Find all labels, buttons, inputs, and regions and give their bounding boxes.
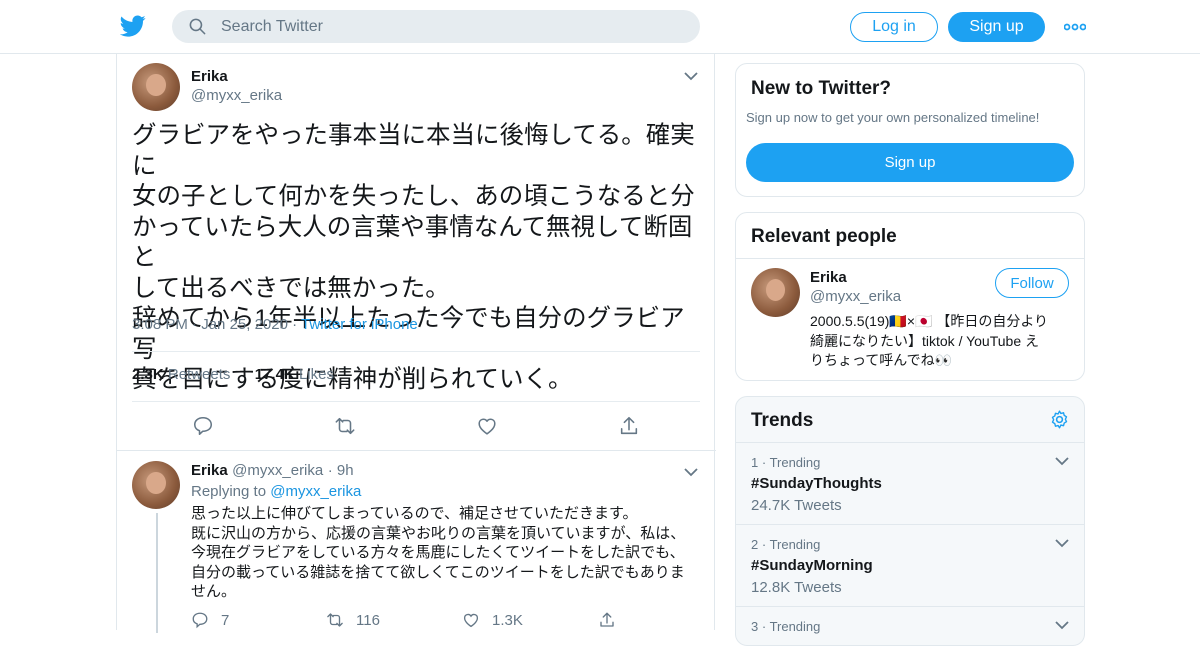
- trend-rank: 3 · Trending: [751, 619, 821, 634]
- separator-dot: ·: [292, 316, 302, 333]
- tweet-text-line: 女の子として何かを失ったし、あの頃こうなると分: [132, 183, 695, 210]
- more-dots-icon[interactable]: [1064, 20, 1086, 34]
- trend-rank: 2 · Trending: [751, 537, 821, 552]
- trend-hashtag: #SundayThoughts: [751, 475, 882, 492]
- new-to-twitter-subtitle: Sign up now to get your own personalized…: [746, 110, 1040, 125]
- trend-item[interactable]: 2 · Trending #SundayMorning 12.8K Tweets: [736, 524, 1084, 607]
- login-button[interactable]: Log in: [850, 12, 938, 42]
- reply-header: Erika @myxx_erika · 9h: [191, 462, 354, 480]
- trend-hashtag: #SundayMorning: [751, 557, 873, 574]
- replying-to: Replying to @myxx_erika: [191, 483, 361, 500]
- tweet-metadata: 3:08 PM · Jan 25, 2020 · Twitter for iPh…: [132, 316, 418, 333]
- chevron-down-icon[interactable]: [684, 71, 698, 81]
- reply-count: 7: [221, 611, 230, 629]
- divider: [132, 401, 700, 402]
- tweet-text: グラビアをやった事本当に本当に後悔してる。確実に 女の子として何かを失ったし、あ…: [132, 121, 707, 396]
- trends-title: Trends: [751, 410, 814, 431]
- tweet-source-link[interactable]: Twitter for iPhone: [301, 316, 418, 333]
- person-handle[interactable]: @myxx_erika: [810, 288, 901, 305]
- avatar[interactable]: [132, 63, 180, 111]
- reply-tweet[interactable]: Erika @myxx_erika · 9h Replying to @myxx…: [117, 450, 716, 633]
- retweet-count: 116: [356, 611, 380, 629]
- new-to-twitter-title: New to Twitter?: [751, 78, 892, 99]
- reply-text-line: 思った以上に伸びてしまっているので、補足させていただきます。: [191, 505, 638, 522]
- reply-reply-action[interactable]: 7: [191, 611, 229, 629]
- retweet-icon: [327, 613, 343, 627]
- like-icon[interactable]: [476, 415, 498, 437]
- relevant-people-title: Relevant people: [751, 226, 897, 247]
- trend-rank: 1 · Trending: [751, 455, 821, 470]
- new-to-twitter-card: New to Twitter? Sign up now to get your …: [735, 63, 1085, 197]
- likes-stat[interactable]: 17.4K Likes: [255, 366, 334, 383]
- reply-share-action[interactable]: [598, 611, 628, 629]
- share-icon[interactable]: [618, 415, 640, 437]
- separator-dot: ·: [192, 316, 202, 333]
- thread-line: [156, 513, 158, 633]
- tweet-time[interactable]: 3:08 PM: [132, 316, 188, 333]
- reply-text-line: 既に沢山の方から、応援の言葉やお叱りの言葉を頂いていますが、私は、: [191, 524, 686, 542]
- tweet-text-line: 辞めてから1年半以上たった今でも自分のグラビア写: [132, 305, 685, 363]
- chevron-down-icon[interactable]: [684, 467, 698, 477]
- retweets-stat[interactable]: 2.3K Retweets: [132, 366, 230, 383]
- like-count: 1.3K: [492, 611, 523, 629]
- person-bio-line: 綺麗になりたい】tiktok / YouTube え: [810, 332, 1039, 349]
- trend-item[interactable]: 1 · Trending #SundayThoughts 24.7K Tweet…: [736, 442, 1084, 525]
- tweet-stats: 2.3K Retweets 17.4K Likes: [132, 366, 334, 383]
- tweet-text-line: グラビアをやった事本当に本当に後悔してる。確実に: [132, 122, 695, 180]
- reply-icon: [192, 612, 208, 629]
- trend-item[interactable]: 3 · Trending: [736, 606, 1084, 645]
- retweets-count: 2.3K: [132, 366, 164, 383]
- top-navigation-bar: Log in Sign up: [0, 0, 1200, 54]
- chevron-down-icon[interactable]: [1055, 456, 1069, 466]
- likes-count: 17.4K: [254, 366, 295, 383]
- tweet-text-line: かっていたら大人の言葉や事情なんて無視して断固と: [132, 213, 693, 272]
- sidebar-signup-button[interactable]: Sign up: [746, 143, 1074, 182]
- likes-label: Likes: [298, 366, 334, 383]
- reply-retweet-action[interactable]: 116: [326, 611, 380, 629]
- reply-text-line: 今現在グラビアをしている方々を馬鹿にしたくてツイートをした訳でも、: [191, 544, 685, 561]
- person-bio-line: りちょって呼んでね👀: [810, 352, 953, 368]
- twitter-bird-icon[interactable]: [120, 13, 146, 39]
- signup-button[interactable]: Sign up: [948, 12, 1045, 42]
- replying-to-prefix: Replying to: [191, 483, 267, 500]
- retweets-label: Retweets: [167, 366, 231, 383]
- separator-dot: ·: [327, 462, 337, 479]
- reply-age[interactable]: 9h: [337, 462, 354, 479]
- replying-to-link[interactable]: @myxx_erika: [270, 483, 361, 500]
- follow-button[interactable]: Follow: [995, 268, 1069, 298]
- avatar[interactable]: [132, 461, 180, 509]
- search-icon: [189, 18, 206, 35]
- divider: [132, 351, 700, 352]
- reply-icon[interactable]: [192, 415, 214, 437]
- reply-like-action[interactable]: 1.3K: [462, 611, 523, 629]
- trends-card: Trends 1 · Trending #SundayThoughts 24.7…: [735, 396, 1085, 646]
- tweet-author-name[interactable]: Erika: [191, 68, 228, 85]
- like-icon: [463, 613, 479, 628]
- reply-text: 思った以上に伸びてしまっているので、補足させていただきます。 既に沢山の方から、…: [191, 504, 696, 602]
- tweet-author-handle[interactable]: @myxx_erika: [191, 87, 282, 104]
- retweet-icon[interactable]: [334, 415, 356, 437]
- chevron-down-icon[interactable]: [1055, 538, 1069, 548]
- divider: [736, 258, 1084, 259]
- tweet-date[interactable]: Jan 25, 2020: [201, 316, 288, 333]
- avatar[interactable]: [751, 268, 800, 317]
- person-bio-line: 2000.5.5(19)🇷🇴×🇯🇵 【昨日の自分より: [810, 313, 1049, 329]
- tweet-column: Erika @myxx_erika グラビアをやった事本当に本当に後悔してる。確…: [116, 54, 716, 633]
- reply-text-line: せん。: [191, 583, 237, 600]
- person-name[interactable]: Erika: [810, 269, 847, 286]
- search-box[interactable]: [172, 10, 700, 43]
- settings-gear-icon[interactable]: [1049, 409, 1070, 430]
- person-bio: 2000.5.5(19)🇷🇴×🇯🇵 【昨日の自分より 綺麗になりたい】tikto…: [810, 312, 1075, 371]
- search-input[interactable]: [221, 17, 681, 36]
- reply-author-handle[interactable]: @myxx_erika: [232, 462, 323, 479]
- reply-author-name[interactable]: Erika: [191, 462, 228, 479]
- chevron-down-icon[interactable]: [1055, 620, 1069, 630]
- trend-tweet-count: 24.7K Tweets: [751, 497, 842, 514]
- tweet-text-line: して出るべきでは無かった。: [132, 274, 450, 302]
- reply-text-line: 自分の載っている雑誌を捨てて欲しくてこのツイートをした訳でもありま: [191, 563, 685, 581]
- share-icon: [600, 612, 614, 627]
- relevant-people-card: Relevant people Erika @myxx_erika Follow…: [735, 212, 1085, 381]
- trend-tweet-count: 12.8K Tweets: [751, 579, 842, 596]
